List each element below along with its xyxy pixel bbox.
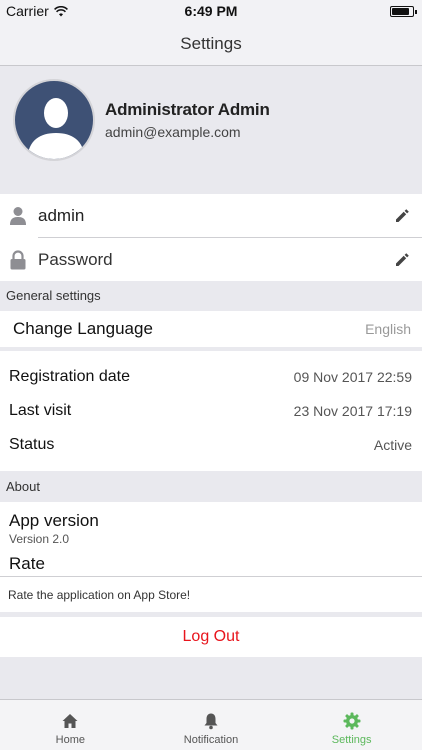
status-row: Status Active xyxy=(0,428,422,462)
language-value: English xyxy=(365,321,411,337)
app-version-label: App version xyxy=(9,511,99,530)
user-silhouette-icon xyxy=(27,98,85,159)
bell-icon xyxy=(204,713,218,730)
lock-icon xyxy=(10,250,26,270)
edit-username-pencil-icon[interactable] xyxy=(394,208,410,224)
tab-notification[interactable]: Notification xyxy=(141,700,282,750)
page-title: Settings xyxy=(180,34,242,53)
change-language-label: Change Language xyxy=(13,319,153,338)
logout-button[interactable]: Log Out xyxy=(0,617,422,657)
username-value: admin xyxy=(38,206,85,225)
rate-label[interactable]: Rate xyxy=(9,554,45,574)
gear-icon xyxy=(343,712,361,730)
status-time: 6:49 PM xyxy=(184,3,238,19)
edit-password-pencil-icon[interactable] xyxy=(394,252,410,268)
user-icon xyxy=(10,207,26,225)
status-label: Status xyxy=(9,436,55,453)
battery-icon xyxy=(390,6,417,17)
tab-home-label: Home xyxy=(55,734,85,746)
status-badge: Active xyxy=(373,437,412,453)
about-section: App version Version 2.0 Rate Rate the ap… xyxy=(0,502,422,612)
profile-header: Administrator Admin admin@example.com xyxy=(0,66,422,191)
change-language-row[interactable]: Change Language English xyxy=(0,311,422,347)
about-header: About xyxy=(0,472,422,502)
home-icon xyxy=(62,714,78,728)
last-visit-row: Last visit 23 Nov 2017 17:19 xyxy=(0,394,422,428)
profile-name: Administrator Admin xyxy=(105,100,270,119)
last-visit-label: Last visit xyxy=(9,402,72,419)
registration-date-value: 09 Nov 2017 22:59 xyxy=(293,369,412,385)
rate-app-store-link[interactable]: Rate the application on App Store! xyxy=(8,588,190,602)
app-version-value: Version 2.0 xyxy=(9,532,70,546)
last-visit-value: 23 Nov 2017 17:19 xyxy=(293,403,412,419)
avatar[interactable] xyxy=(13,79,95,161)
tab-bar: Home Notification Settings xyxy=(0,699,422,750)
status-bar: Carrier 6:49 PM xyxy=(0,0,422,22)
tab-home[interactable]: Home xyxy=(0,700,141,750)
tab-settings[interactable]: Settings xyxy=(281,700,422,750)
tab-settings-label: Settings xyxy=(331,734,372,746)
password-field: Password xyxy=(38,250,113,269)
nav-bar: Settings xyxy=(0,22,422,66)
general-settings-header: General settings xyxy=(0,281,422,311)
tab-notification-label: Notification xyxy=(183,734,239,746)
rate-divider xyxy=(0,576,422,577)
profile-email: admin@example.com xyxy=(105,124,241,140)
registration-date-label: Registration date xyxy=(9,368,130,385)
registration-date-row: Registration date 09 Nov 2017 22:59 xyxy=(0,360,422,394)
battery-fill xyxy=(392,8,409,15)
password-row[interactable]: Password xyxy=(0,238,422,282)
username-row[interactable]: admin xyxy=(0,194,422,238)
